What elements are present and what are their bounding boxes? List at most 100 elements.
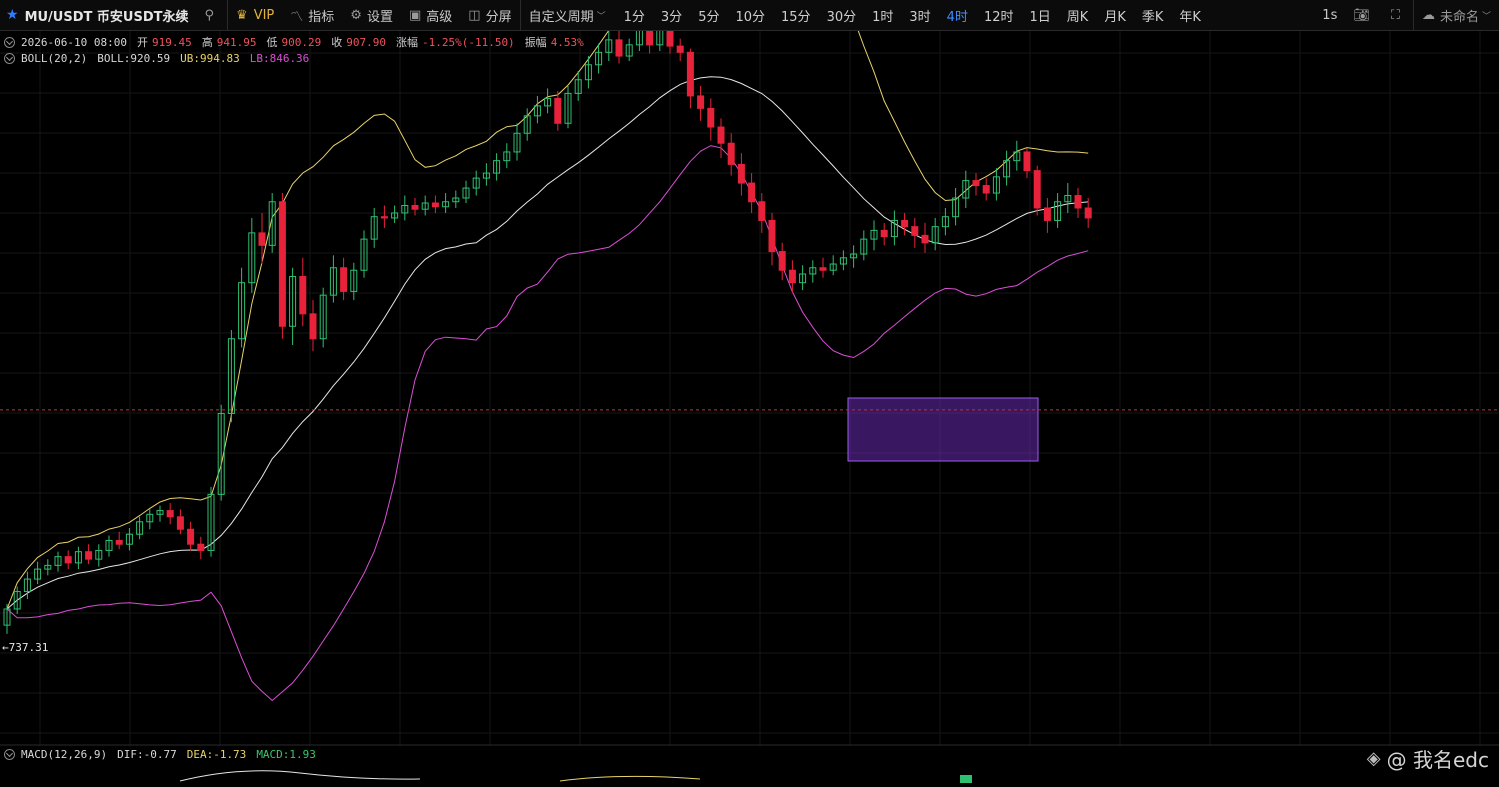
candle-body <box>788 269 796 284</box>
macd-dif-value: DIF:-0.77 <box>117 748 177 761</box>
candle-body <box>982 185 990 194</box>
symbol-search-button[interactable]: ⚲ <box>197 0 228 31</box>
candle-body <box>901 219 909 228</box>
amplitude-label: 振幅 <box>524 36 547 49</box>
period-tab-5[interactable]: 30分 <box>819 0 865 31</box>
candle-body <box>1033 170 1041 209</box>
candle-body <box>309 313 317 340</box>
candle-body <box>880 229 888 238</box>
period-tab-10[interactable]: 1日 <box>1022 0 1059 31</box>
candle-body <box>176 516 184 530</box>
candle-body <box>727 142 735 165</box>
settings-button[interactable]: ⚙ 设置 <box>342 0 401 31</box>
settings-label: 设置 <box>366 9 393 25</box>
boll-upper-band-line <box>6 0 1089 610</box>
fullscreen-button[interactable]: ⛶ <box>1383 0 1413 31</box>
candle-body <box>1084 207 1092 219</box>
toolbar-right-tools: 1s 📷︎ ⛶ ☁ 未命名 ﹀ <box>1314 0 1499 31</box>
candle-body <box>380 216 388 219</box>
candle-datetime: 2026-06-10 08:00 <box>21 35 127 49</box>
period-tab-1[interactable]: 3分 <box>653 0 690 31</box>
period-tab-4[interactable]: 15分 <box>773 0 819 31</box>
split-screen-label: 分屏 <box>485 9 512 25</box>
favorite-star-icon[interactable]: ★ <box>6 7 19 23</box>
vip-button[interactable]: ♛ VIP <box>228 0 282 31</box>
toolbar: ★ MU/USDT 币安USDT永续 ⚲ ♛ VIP 〽 指标 ⚙ 设置 ▣ 高… <box>0 0 1499 31</box>
vip-label: VIP <box>253 7 275 23</box>
close-label: 收 <box>331 36 343 49</box>
candle-body <box>554 97 562 124</box>
candle-body <box>778 251 786 271</box>
camera-icon: 📷︎ <box>1353 7 1370 23</box>
candle-body <box>187 528 195 545</box>
second-interval-button[interactable]: 1s <box>1314 0 1345 31</box>
collapse-chevron-icon[interactable] <box>4 749 15 760</box>
period-tabs: 1分 3分 5分 10分 15分 30分 1时 3时 4时 12时 1日 周K 月K 季K 年K <box>616 0 1209 31</box>
candlestick-chart[interactable]: 1091.27 →←737.31 <box>0 0 1499 783</box>
period-tab-6[interactable]: 1时 <box>864 0 901 31</box>
split-screen-icon: ◫ <box>468 7 481 23</box>
period-tab-9[interactable]: 12时 <box>976 0 1022 31</box>
boll-info-line: BOLL(20,2) BOLL:920.59 UB:994.83 LB:846.… <box>4 52 319 65</box>
candle-body <box>64 556 72 564</box>
candle-body <box>299 275 307 315</box>
open-value: 919.45 <box>151 35 192 49</box>
watermark-text: @ 我名edc <box>1386 748 1489 772</box>
period-tab-12[interactable]: 月K <box>1096 0 1134 31</box>
layout-name: 未命名 <box>1439 9 1479 25</box>
candle-body <box>972 180 980 187</box>
candle-body <box>166 510 174 518</box>
candle-body <box>431 202 439 208</box>
period-tab-14[interactable]: 年K <box>1171 0 1209 31</box>
change-label: 涨幅 <box>395 36 418 49</box>
period-tab-7[interactable]: 3时 <box>901 0 938 31</box>
low-price-marker: ←737.31 <box>2 641 48 654</box>
watermark: ◈ @ 我名edc <box>1367 744 1489 773</box>
indicators-button[interactable]: 〽 指标 <box>282 0 342 31</box>
boll-name: BOLL(20,2) <box>21 52 88 65</box>
close-value: 907.90 <box>346 35 386 49</box>
layout-save-dropdown[interactable]: ☁ 未命名 ﹀ <box>1414 0 1499 31</box>
candle-body <box>197 543 205 551</box>
binance-logo-icon: ◈ <box>1366 748 1381 769</box>
chart-area[interactable]: 1091.27 →←737.31 2026-06-10 08:00 开 919.… <box>0 0 1499 783</box>
collapse-chevron-icon[interactable] <box>4 36 15 48</box>
candle-body <box>258 232 266 246</box>
macd-name: MACD(12,26,9) <box>21 748 108 761</box>
low-value: 900.29 <box>281 35 322 49</box>
symbol-selector[interactable]: ★ MU/USDT 币安USDT永续 <box>0 0 197 31</box>
candle-body <box>911 226 919 236</box>
gear-icon: ⚙ <box>350 7 362 23</box>
macd-hist-value: MACD:1.93 <box>256 748 316 761</box>
period-tab-0[interactable]: 1分 <box>616 0 653 31</box>
candle-body <box>686 51 694 97</box>
period-tab-13[interactable]: 季K <box>1134 0 1172 31</box>
period-tab-3[interactable]: 10分 <box>727 0 773 31</box>
search-icon: ⚲ <box>204 7 215 23</box>
split-screen-button[interactable]: ◫ 分屏 <box>460 0 519 31</box>
chevron-down-icon: ﹀ <box>1481 11 1491 22</box>
period-tab-2[interactable]: 5分 <box>690 0 727 31</box>
candle-body <box>615 39 623 57</box>
candle-body <box>676 45 684 53</box>
cloud-icon: ☁ <box>1421 7 1435 23</box>
advanced-button[interactable]: ▣ 高级 <box>401 0 460 31</box>
period-tab-11[interactable]: 周K <box>1059 0 1097 31</box>
collapse-chevron-icon[interactable] <box>4 53 15 64</box>
candle-body <box>819 267 827 271</box>
change-value: -1.25%(-11.50) <box>421 35 515 49</box>
custom-period-label: 自定义周期 <box>528 9 594 25</box>
boll-mid-value: BOLL:920.59 <box>97 52 171 65</box>
high-value: 941.95 <box>216 35 257 49</box>
custom-period-dropdown[interactable]: 自定义周期 ﹀ <box>521 0 616 31</box>
candle-body <box>1023 151 1031 172</box>
candle-body <box>697 95 705 109</box>
candle-body <box>411 204 419 210</box>
candle-body <box>768 219 776 253</box>
candle-body <box>737 163 745 184</box>
fullscreen-icon: ⛶ <box>1390 7 1400 23</box>
open-label: 开 <box>136 36 148 49</box>
screenshot-button[interactable]: 📷︎ <box>1345 0 1383 31</box>
period-tab-8[interactable]: 4时 <box>939 0 976 31</box>
macd-info-line: MACD(12,26,9) DIF:-0.77 DEA:-1.73 MACD:1… <box>4 748 326 761</box>
